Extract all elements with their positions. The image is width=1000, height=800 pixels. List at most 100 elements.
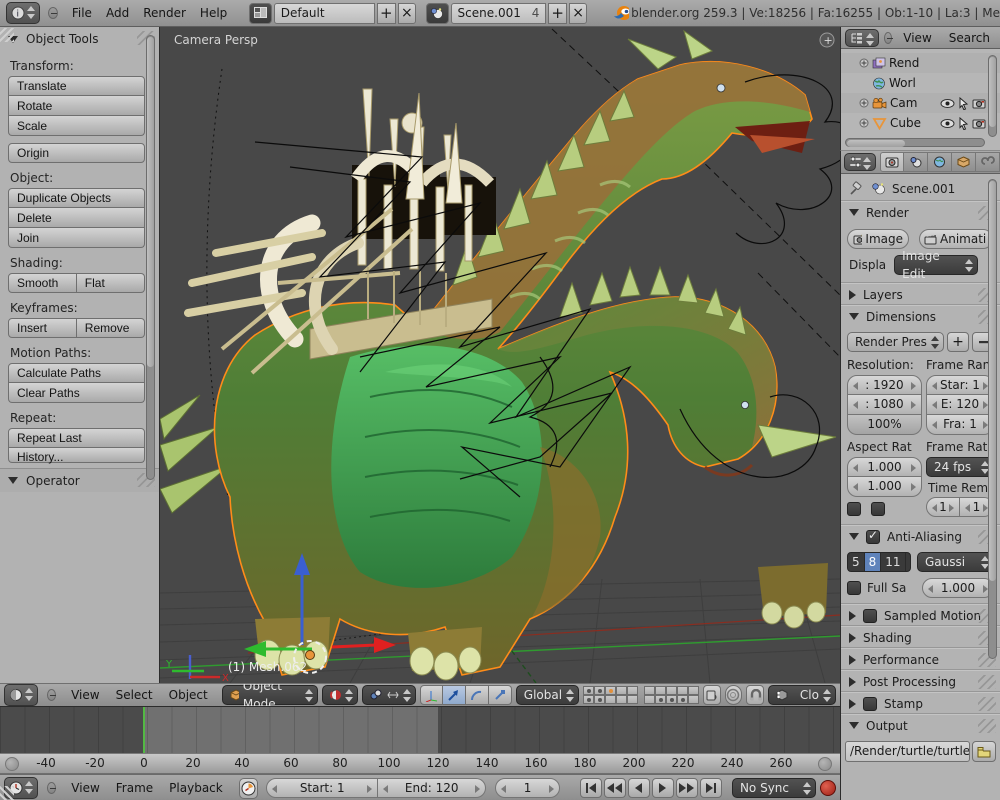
outliner-h-scrollbar[interactable] <box>845 138 985 147</box>
header-collapse-icon[interactable] <box>48 7 58 19</box>
menu-add[interactable]: Add <box>100 0 135 26</box>
tool-shelf-scrollbar[interactable] <box>146 35 155 480</box>
repeat-last-button[interactable]: Repeat Last <box>8 428 145 448</box>
stamp-section-header[interactable]: Stamp <box>841 692 1000 714</box>
post-processing-section-header[interactable]: Post Processing <box>841 670 1000 692</box>
anti-aliasing-checkbox[interactable] <box>866 530 880 544</box>
outliner-collapse-icon[interactable] <box>884 32 892 44</box>
mode-dropdown[interactable]: Object Mode <box>222 685 318 705</box>
menu-file[interactable]: File <box>66 0 98 26</box>
play-button[interactable] <box>652 778 674 798</box>
anti-aliasing-section-header[interactable]: Anti-Aliasing <box>841 525 1000 547</box>
expand-icon[interactable] <box>859 58 869 68</box>
crop-checkbox[interactable] <box>871 502 885 516</box>
pin-icon[interactable] <box>849 181 865 196</box>
tl-menu-frame[interactable]: Frame <box>110 776 159 800</box>
flat-button[interactable]: Flat <box>77 273 145 293</box>
renderable-camera-icon[interactable] <box>972 98 986 109</box>
translate-button[interactable]: Translate <box>8 76 145 96</box>
play-reverse-button[interactable] <box>628 778 650 798</box>
tl-menu-playback[interactable]: Playback <box>163 776 229 800</box>
add-layout-button[interactable]: + <box>377 3 396 24</box>
panel-drag-grip[interactable] <box>978 719 996 733</box>
duplicate-objects-button[interactable]: Duplicate Objects <box>8 188 145 208</box>
object-tools-panel-header[interactable]: Object Tools <box>0 27 159 51</box>
dimensions-section-header[interactable]: Dimensions <box>841 305 1000 327</box>
history-button[interactable]: History... <box>8 448 145 463</box>
aspect-x-field[interactable]: 1.000 <box>847 457 922 477</box>
tab-scene[interactable] <box>904 152 928 172</box>
close-scene-button[interactable]: × <box>569 3 588 24</box>
scene-icon-button[interactable] <box>426 3 448 24</box>
manipulator-axes-toggle[interactable] <box>420 685 443 705</box>
border-checkbox[interactable] <box>847 502 861 516</box>
selectable-cursor-icon[interactable] <box>958 97 969 110</box>
aa-samples-11[interactable]: 11 <box>881 553 905 571</box>
editor-type-outliner-button[interactable] <box>845 29 879 47</box>
render-section-header[interactable]: Render <box>841 201 1000 223</box>
operator-panel-header[interactable]: Operator <box>0 468 159 492</box>
display-dropdown[interactable]: Image Edit <box>894 255 978 275</box>
tab-render[interactable] <box>880 152 904 172</box>
layers-section-header[interactable]: Layers <box>841 283 1000 305</box>
visibility-eye-icon[interactable] <box>940 98 955 109</box>
timeline-ruler[interactable]: -40 -20 0 20 40 60 80 100 120 140 160 18… <box>0 753 840 774</box>
layer-group-1[interactable] <box>583 686 638 704</box>
manipulator-translate-toggle[interactable] <box>443 685 466 705</box>
vp-menu-select[interactable]: Select <box>110 684 159 706</box>
outliner-row-camera[interactable]: Cam <box>841 93 1000 113</box>
menu-render[interactable]: Render <box>137 0 192 26</box>
scene-users-badge[interactable]: 4 <box>532 4 540 23</box>
output-section-header[interactable]: Output <box>841 714 1000 736</box>
add-scene-button[interactable]: + <box>548 3 567 24</box>
scene-name-field[interactable]: Scene.001 4 <box>451 3 547 24</box>
vp-collapse-icon[interactable] <box>47 689 56 701</box>
screen-layout-field[interactable]: Default <box>274 3 375 24</box>
output-path-field[interactable]: /Render/turtle/turtle <box>845 741 970 762</box>
resolution-percentage-slider[interactable]: 100% <box>847 415 922 435</box>
tab-world[interactable] <box>928 152 952 172</box>
calculate-paths-button[interactable]: Calculate Paths <box>8 363 145 383</box>
layer-group-2[interactable] <box>644 686 699 704</box>
tab-constraints[interactable] <box>976 152 1000 172</box>
aspect-y-field[interactable]: 1.000 <box>847 477 922 497</box>
previous-keyframe-button[interactable] <box>604 778 626 798</box>
collapse-triangle-icon[interactable] <box>8 477 18 484</box>
frame-end-field[interactable]: E: 120 <box>926 395 994 415</box>
manipulator-scale-toggle[interactable] <box>489 685 512 705</box>
insert-keyframe-button[interactable]: Insert <box>8 318 77 338</box>
aa-filter-size-field[interactable]: 1.000 <box>922 578 994 598</box>
remap-old-field[interactable]: 1 <box>926 497 960 517</box>
shading-dropdown[interactable] <box>322 685 358 705</box>
resolution-y-field[interactable]: : 1080 <box>847 395 922 415</box>
sampled-motion-checkbox[interactable] <box>863 609 877 623</box>
manipulator-rotate-toggle[interactable] <box>466 685 489 705</box>
aa-samples-5[interactable]: 5 <box>848 553 865 571</box>
properties-scrollbar[interactable] <box>988 179 997 659</box>
expand-icon[interactable] <box>859 98 869 108</box>
jump-to-start-button[interactable] <box>580 778 602 798</box>
proportional-edit-button[interactable] <box>725 685 743 705</box>
shading-section-header[interactable]: Shading <box>841 626 1000 648</box>
visibility-eye-icon[interactable] <box>940 118 955 129</box>
lock-to-scene-button[interactable] <box>703 685 721 705</box>
outliner-row-renderlayers[interactable]: Rend <box>841 53 1000 73</box>
sampled-motion-section-header[interactable]: Sampled Motion <box>841 604 1000 626</box>
scale-button[interactable]: Scale <box>8 116 145 136</box>
tab-object[interactable] <box>952 152 976 172</box>
frame-start-header-field[interactable]: Start: 1 <box>266 778 378 798</box>
current-frame-field[interactable]: 1 <box>495 778 560 798</box>
add-preset-button[interactable]: + <box>947 332 969 352</box>
aa-samples-16[interactable]: 16 <box>906 553 911 571</box>
aa-filter-dropdown[interactable]: Gaussi <box>917 552 994 572</box>
vp-menu-object[interactable]: Object <box>163 684 214 706</box>
editor-type-3dview-button[interactable] <box>4 684 38 706</box>
outliner-row-world[interactable]: Worl <box>841 73 1000 93</box>
next-keyframe-button[interactable] <box>676 778 698 798</box>
orientation-dropdown[interactable]: Global <box>516 685 579 705</box>
window-corner-grip[interactable] <box>0 28 14 42</box>
sync-dropdown[interactable]: No Sync <box>732 778 816 798</box>
remove-keyframe-button[interactable]: Remove <box>77 318 145 338</box>
context-name[interactable]: Scene.001 <box>892 182 955 196</box>
delete-button[interactable]: Delete <box>8 208 145 228</box>
